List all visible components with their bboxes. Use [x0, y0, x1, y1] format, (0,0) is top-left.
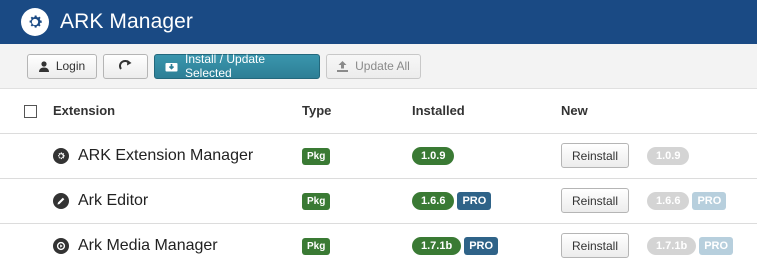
installed-pro-badge: PRO — [457, 191, 492, 210]
new-pro-badge: PRO — [699, 236, 734, 255]
install-box-icon — [165, 61, 178, 72]
extension-name: Ark Editor — [78, 191, 149, 209]
login-button[interactable]: Login — [27, 53, 97, 79]
column-header-type: Type — [302, 89, 412, 134]
installed-version-badge: 1.0.9 — [412, 146, 455, 165]
gear-icon — [53, 147, 69, 164]
type-badge: Pkg — [302, 192, 331, 210]
reinstall-button[interactable]: Reinstall — [561, 188, 629, 213]
login-label: Login — [55, 59, 86, 73]
type-badge: Pkg — [302, 147, 331, 165]
reinstall-button[interactable]: Reinstall — [561, 143, 629, 168]
pencil-icon — [53, 192, 69, 209]
page-title: ARK Manager — [60, 10, 193, 33]
column-header-extension: Extension — [53, 89, 302, 134]
update-all-label: Update All — [355, 59, 410, 73]
table-row: Ark Media Manager Pkg 1.7.1b PRO Reinstal… — [0, 223, 757, 266]
installed-version-badge: 1.7.1b — [412, 236, 462, 255]
table-header-row: Extension Type Installed New — [0, 89, 757, 134]
column-header-installed: Installed — [412, 89, 561, 134]
extensions-table: Extension Type Installed New ARK Extensi… — [0, 89, 757, 266]
play-icon — [53, 237, 69, 254]
new-version-badge: 1.7.1b — [647, 236, 697, 255]
new-version-badge: 1.0.9 — [647, 146, 690, 165]
installed-version-badge: 1.6.6 — [412, 191, 455, 210]
table-row: ARK Extension Manager Pkg 1.0.9 Reinstal… — [0, 133, 757, 178]
app-header: ARK Manager — [0, 0, 757, 44]
extension-name: ARK Extension Manager — [78, 146, 254, 164]
toolbar: Login Install / Update Selected Update A… — [0, 44, 757, 89]
type-badge: Pkg — [302, 237, 331, 255]
reinstall-button[interactable]: Reinstall — [561, 233, 629, 258]
extension-name: Ark Media Manager — [78, 236, 218, 254]
install-update-selected-button[interactable]: Install / Update Selected — [154, 52, 320, 80]
refresh-button[interactable] — [103, 53, 148, 79]
install-label: Install / Update Selected — [185, 52, 266, 80]
user-icon — [38, 60, 49, 72]
installed-pro-badge: PRO — [464, 236, 499, 255]
table-row: Ark Editor Pkg 1.6.6 PRO Reinstall 1.6.6 P… — [0, 178, 757, 223]
select-all-checkbox[interactable] — [24, 104, 37, 118]
refresh-icon — [118, 59, 133, 74]
column-header-new: New — [561, 89, 757, 134]
update-all-button[interactable]: Update All — [326, 53, 421, 79]
select-all-cell — [0, 89, 53, 134]
new-version-badge: 1.6.6 — [647, 191, 690, 210]
upload-icon — [337, 60, 349, 72]
gear-icon — [21, 8, 49, 36]
new-pro-badge: PRO — [692, 191, 727, 210]
